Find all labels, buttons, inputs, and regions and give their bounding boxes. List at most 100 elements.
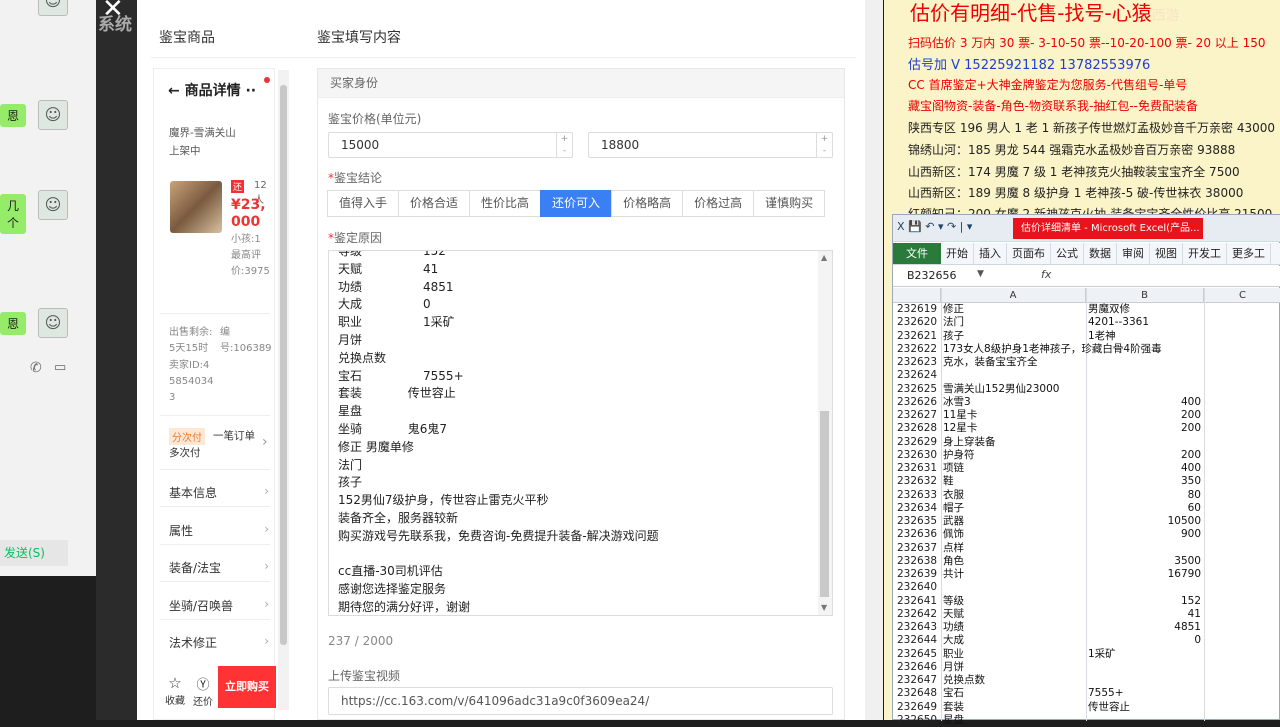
table-row[interactable]: 232630 护身符 200 [893,449,1280,462]
cell-a[interactable]: 月饼 [943,661,964,674]
cell-a[interactable]: 点样 [943,542,964,555]
scroll-down-icon[interactable]: ▼ [821,603,827,612]
table-row[interactable]: 232643 功绩 4851 [893,621,1280,634]
video-url-input[interactable]: https://cc.163.com/v/641096adc31a9c0f360… [328,687,833,715]
table-row[interactable]: 232622 173女人8级护身1老神孩子，珍藏白骨4阶强毒 [893,343,1280,356]
table-row[interactable]: 232626 冰雪3 400 [893,396,1280,409]
cell-a[interactable]: 大成 [943,634,964,647]
table-row[interactable]: 232645 职业 1采矿 [893,648,1280,661]
cell-a[interactable]: 孩子 [943,330,964,343]
table-row[interactable]: 232639 共计 16790 [893,568,1280,581]
table-row[interactable]: 232638 角色 3500 [893,555,1280,568]
cell-a[interactable]: 星盘 [943,714,964,727]
table-row[interactable]: 232619 修正 男魔双修 [893,303,1280,316]
conclusion-option[interactable]: 还价可入 [540,190,613,217]
send-button[interactable]: 发送(S) [0,540,68,566]
conclusion-option[interactable]: 价格合适 [398,190,471,217]
column-header-a[interactable]: A [941,288,1086,303]
conclusion-option[interactable]: 谨慎购买 [753,190,826,217]
ribbon-tab[interactable]: 视图 [1150,243,1183,264]
table-row[interactable]: 232627 11星卡 200 [893,409,1280,422]
row-number[interactable]: 232624 [897,369,937,382]
cell-a[interactable]: 角色 [943,555,964,568]
row-number[interactable]: 232625 [897,383,937,396]
corner-cell[interactable] [893,288,941,303]
cell-a[interactable]: 宝石 [943,687,964,700]
column-header-c[interactable]: C [1204,288,1280,303]
table-row[interactable]: 232633 衣服 80 [893,489,1280,502]
cell-a[interactable]: 兑换点数 [943,674,985,687]
cell-b[interactable]: 200 [1088,409,1201,422]
cell-a[interactable]: 12星卡 [943,422,977,435]
cell-a[interactable]: 克水，装备宝宝齐全 [943,356,1038,369]
conclusion-option[interactable]: 性价比高 [469,190,542,217]
cell-a[interactable]: 佩饰 [943,528,964,541]
table-row[interactable]: 232641 等级 152 [893,595,1280,608]
ribbon-tab[interactable]: 插入 [974,243,1007,264]
stepper-icon[interactable]: + - [816,133,832,157]
table-row[interactable]: 232632 鞋 350 [893,475,1280,488]
row-number[interactable]: 232650 [897,714,937,727]
cell-b[interactable]: 200 [1088,422,1201,435]
cell-b[interactable]: 0 [1088,634,1201,647]
scrollbar-thumb[interactable] [820,411,829,597]
cell-a[interactable]: 修正 [943,303,964,316]
table-row[interactable]: 232642 天赋 41 [893,608,1280,621]
column-header-b[interactable]: B [1086,288,1204,303]
cell-b[interactable]: 400 [1088,462,1201,475]
cell-b[interactable]: 1采矿 [1088,648,1116,661]
table-row[interactable]: 232646 月饼 [893,661,1280,674]
table-row[interactable]: 232625 雪满关山152男仙23000 [893,383,1280,396]
table-row[interactable]: 232648 宝石 7555+ [893,687,1280,700]
buy-now-button[interactable]: 立即购买 [218,666,276,708]
cell-a[interactable]: 护身符 [943,449,975,462]
row-number[interactable]: 232649 [897,701,937,714]
table-row[interactable]: 232647 兑换点数 [893,674,1280,687]
table-row[interactable]: 232629 身上穿装备 [893,436,1280,449]
favorite-button[interactable]: ☆ 收藏 [162,674,188,707]
dialog-scrollbar[interactable] [865,0,883,720]
cell-a[interactable]: 法门 [943,316,964,329]
product-menu-item[interactable]: 基本信息 › [169,484,269,501]
row-number[interactable]: 232643 [897,621,937,634]
stepper-icon[interactable]: + - [556,133,572,157]
cell-b[interactable]: 350 [1088,475,1201,488]
cell-b[interactable]: 900 [1088,528,1201,541]
video-call-icon[interactable]: ▭ [54,360,66,375]
cell-b[interactable]: 60 [1088,502,1201,515]
conclusion-option[interactable]: 价格略高 [611,190,684,217]
row-number[interactable]: 232638 [897,555,937,568]
quick-access-toolbar[interactable]: X 💾 ↶ ▾ ↷ | ▾ [897,220,972,233]
row-number[interactable]: 232642 [897,608,937,621]
ribbon-tab[interactable]: 页面布 [1007,243,1051,264]
cell-b[interactable]: 4851 [1088,621,1201,634]
cell-b[interactable]: 16790 [1088,568,1201,581]
cell-b[interactable]: 3500 [1088,555,1201,568]
table-row[interactable]: 232649 套装 传世容止 [893,701,1280,714]
row-number[interactable]: 232627 [897,409,937,422]
ribbon-tab[interactable]: 文件 [893,243,941,264]
table-row[interactable]: 232623 克水，装备宝宝齐全 [893,356,1280,369]
table-row[interactable]: 232637 点样 [893,542,1280,555]
cell-b[interactable]: 200 [1088,449,1201,462]
row-number[interactable]: 232645 [897,648,937,661]
chevron-right-icon[interactable]: › [262,434,268,450]
row-number[interactable]: 232629 [897,436,937,449]
cell-a[interactable]: 功绩 [943,621,964,634]
row-number[interactable]: 232621 [897,330,937,343]
cell-a[interactable]: 鞋 [943,475,954,488]
reason-textarea[interactable]: 等级 152 天赋 41 功绩 4851 大成 0 职业 1采矿 月饼 兑换点数… [328,250,833,616]
cell-a[interactable]: 衣服 [943,489,964,502]
chevron-down-icon[interactable]: ▼ [977,269,984,279]
ribbon-tab[interactable]: 更多工 [1227,243,1271,264]
cell-b[interactable]: 400 [1088,396,1201,409]
scrollbar-thumb[interactable] [280,85,287,645]
cell-b[interactable]: 1老神 [1088,330,1116,343]
cell-a[interactable]: 武器 [943,515,964,528]
table-row[interactable]: 232628 12星卡 200 [893,422,1280,435]
cell-a[interactable]: 等级 [943,595,964,608]
table-row[interactable]: 232640 [893,581,1280,594]
row-number[interactable]: 232635 [897,515,937,528]
product-scrollbar[interactable] [278,70,289,710]
cell-a[interactable]: 173女人8级护身1老神孩子，珍藏白骨4阶强毒 [943,343,1162,356]
